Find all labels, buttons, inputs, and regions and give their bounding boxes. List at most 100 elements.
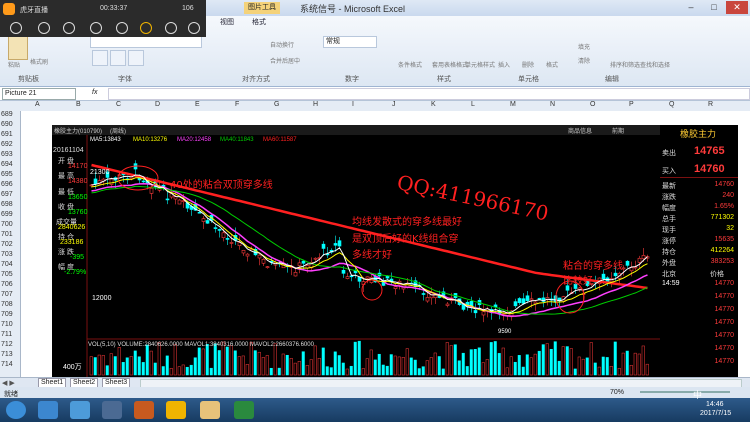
paste-button[interactable] — [8, 36, 28, 60]
row-header[interactable]: 714 — [1, 361, 13, 368]
cell-style-button[interactable]: 单元格样式 — [465, 60, 495, 69]
column-header[interactable]: O — [590, 101, 595, 108]
row-header[interactable]: 693 — [1, 151, 13, 158]
row-header[interactable]: 697 — [1, 191, 13, 198]
cell-grid-right[interactable] — [738, 125, 750, 377]
row-header[interactable]: 696 — [1, 181, 13, 188]
find-select-button[interactable]: 查找和选择 — [640, 60, 670, 69]
ime-indicator[interactable]: 中 — [693, 388, 702, 401]
row-header[interactable]: 702 — [1, 241, 13, 248]
row-header[interactable]: 713 — [1, 351, 13, 358]
number-format-select[interactable]: 常规 — [323, 36, 377, 48]
product-info-button[interactable]: 商品信息 — [568, 126, 592, 135]
column-header[interactable]: F — [235, 101, 239, 108]
fill-button[interactable]: 填充 — [578, 42, 590, 51]
column-header[interactable]: E — [195, 101, 200, 108]
row-header[interactable]: 689 — [1, 111, 13, 118]
row-header[interactable]: 695 — [1, 171, 13, 178]
folder-icon[interactable] — [200, 401, 220, 419]
column-header[interactable]: J — [392, 101, 396, 108]
row-header[interactable]: 700 — [1, 221, 13, 228]
clear-button[interactable]: 清除 — [578, 56, 590, 65]
cell-grid[interactable] — [21, 111, 750, 125]
cell-grid-left[interactable] — [21, 125, 52, 377]
insert-cells-button[interactable]: 插入 — [498, 60, 510, 69]
refresh-icon[interactable] — [38, 22, 50, 34]
column-header[interactable]: A — [35, 101, 40, 108]
settings-gear-icon[interactable] — [188, 22, 200, 34]
picture-tools-tab[interactable]: 图片工具 — [244, 2, 280, 14]
row-header[interactable]: 706 — [1, 281, 13, 288]
formula-input[interactable] — [108, 88, 750, 100]
column-header[interactable]: H — [313, 101, 318, 108]
column-header[interactable]: C — [116, 101, 121, 108]
sort-filter-button[interactable]: 排序和筛选 — [610, 60, 640, 69]
row-header[interactable]: 691 — [1, 131, 13, 138]
explorer-icon[interactable] — [70, 401, 90, 419]
column-header[interactable]: M — [510, 101, 516, 108]
row-header[interactable]: 704 — [1, 261, 13, 268]
format-cells-button[interactable]: 格式 — [546, 60, 558, 69]
row-header[interactable]: 707 — [1, 291, 13, 298]
row-header[interactable]: 711 — [1, 331, 12, 338]
column-header[interactable]: R — [708, 101, 713, 108]
row-header[interactable]: 708 — [1, 301, 13, 308]
power-icon[interactable] — [10, 22, 22, 34]
volume-bar — [277, 367, 281, 376]
delete-cells-button[interactable]: 删除 — [522, 60, 534, 69]
maximize-button[interactable]: □ — [703, 1, 725, 14]
volume-bar — [509, 356, 513, 376]
row-header[interactable]: 699 — [1, 211, 13, 218]
start-button-icon[interactable] — [6, 401, 26, 419]
row-header[interactable]: 710 — [1, 321, 13, 328]
volume-bar — [357, 340, 361, 376]
table-format-button[interactable]: 套用表格格式 — [432, 60, 468, 69]
row-header[interactable]: 703 — [1, 251, 13, 258]
format-painter-button[interactable]: 格式刷 — [30, 57, 48, 66]
fx-icon[interactable]: fx — [92, 89, 97, 96]
tab-format[interactable]: 格式 — [252, 17, 266, 27]
export-icon[interactable] — [165, 22, 177, 34]
merge-center-button[interactable]: 合并后居中 — [270, 56, 300, 65]
zoom-slider[interactable] — [640, 391, 730, 393]
mic-off-icon[interactable] — [116, 22, 128, 34]
conditional-format-button[interactable]: 条件格式 — [398, 60, 422, 69]
sheet-nav-icon[interactable]: ◀ ▶ — [2, 379, 15, 387]
column-header[interactable]: P — [629, 101, 634, 108]
tab-view[interactable]: 视图 — [220, 17, 234, 27]
row-header[interactable]: 712 — [1, 341, 13, 348]
row-header[interactable]: 698 — [1, 201, 13, 208]
row-header[interactable]: 701 — [1, 231, 13, 238]
wrap-text-button[interactable]: 自动换行 — [270, 40, 294, 49]
ie-icon[interactable] — [38, 401, 58, 419]
column-header[interactable]: I — [352, 101, 354, 108]
mute-icon[interactable] — [90, 22, 102, 34]
font-name-select[interactable] — [90, 36, 202, 48]
column-header[interactable]: G — [274, 101, 279, 108]
excel-icon[interactable] — [234, 401, 254, 419]
row-header[interactable]: 709 — [1, 311, 13, 318]
volume-bar — [185, 366, 189, 376]
volume-bar — [313, 345, 317, 376]
column-header[interactable]: B — [76, 101, 81, 108]
name-box[interactable]: Picture 21 — [2, 88, 76, 100]
row-header[interactable]: 692 — [1, 141, 13, 148]
bold-button[interactable] — [92, 50, 108, 66]
column-header[interactable]: D — [155, 101, 160, 108]
column-header[interactable]: N — [550, 101, 555, 108]
camera-icon[interactable] — [140, 22, 152, 34]
gift-icon[interactable] — [63, 22, 75, 34]
column-header[interactable]: K — [431, 101, 436, 108]
minimize-button[interactable]: – — [680, 1, 702, 14]
row-header[interactable]: 694 — [1, 161, 13, 168]
underline-button[interactable] — [128, 50, 144, 66]
column-header[interactable]: Q — [669, 101, 674, 108]
close-button[interactable]: ✕ — [726, 1, 748, 14]
italic-button[interactable] — [110, 50, 126, 66]
row-header[interactable]: 705 — [1, 271, 13, 278]
app-icon[interactable] — [102, 401, 122, 419]
huya-taskbar-icon[interactable] — [166, 401, 186, 419]
column-header[interactable]: L — [471, 101, 475, 108]
stock-app-icon[interactable] — [134, 401, 154, 419]
row-header[interactable]: 690 — [1, 121, 13, 128]
